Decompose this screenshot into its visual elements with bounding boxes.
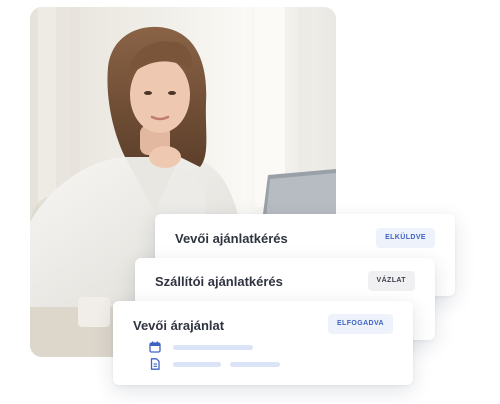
card-title: Szállítói ajánlatkérés bbox=[155, 274, 283, 289]
placeholder-line bbox=[173, 345, 253, 350]
placeholder-line bbox=[230, 362, 280, 367]
status-badge: ELFOGADVA bbox=[327, 314, 393, 334]
card-title: Vevői árajánlat bbox=[133, 318, 225, 333]
calendar-icon bbox=[149, 341, 161, 353]
customer-quote-card[interactable]: Vevői árajánlat ELFOGADVA bbox=[113, 301, 413, 385]
status-badge: VÁZLAT bbox=[367, 271, 415, 291]
document-icon bbox=[150, 358, 160, 370]
placeholder-line bbox=[173, 362, 221, 367]
card-title: Vevői ajánlatkérés bbox=[175, 231, 288, 246]
status-badge: ELKÜLDVE bbox=[376, 228, 435, 248]
